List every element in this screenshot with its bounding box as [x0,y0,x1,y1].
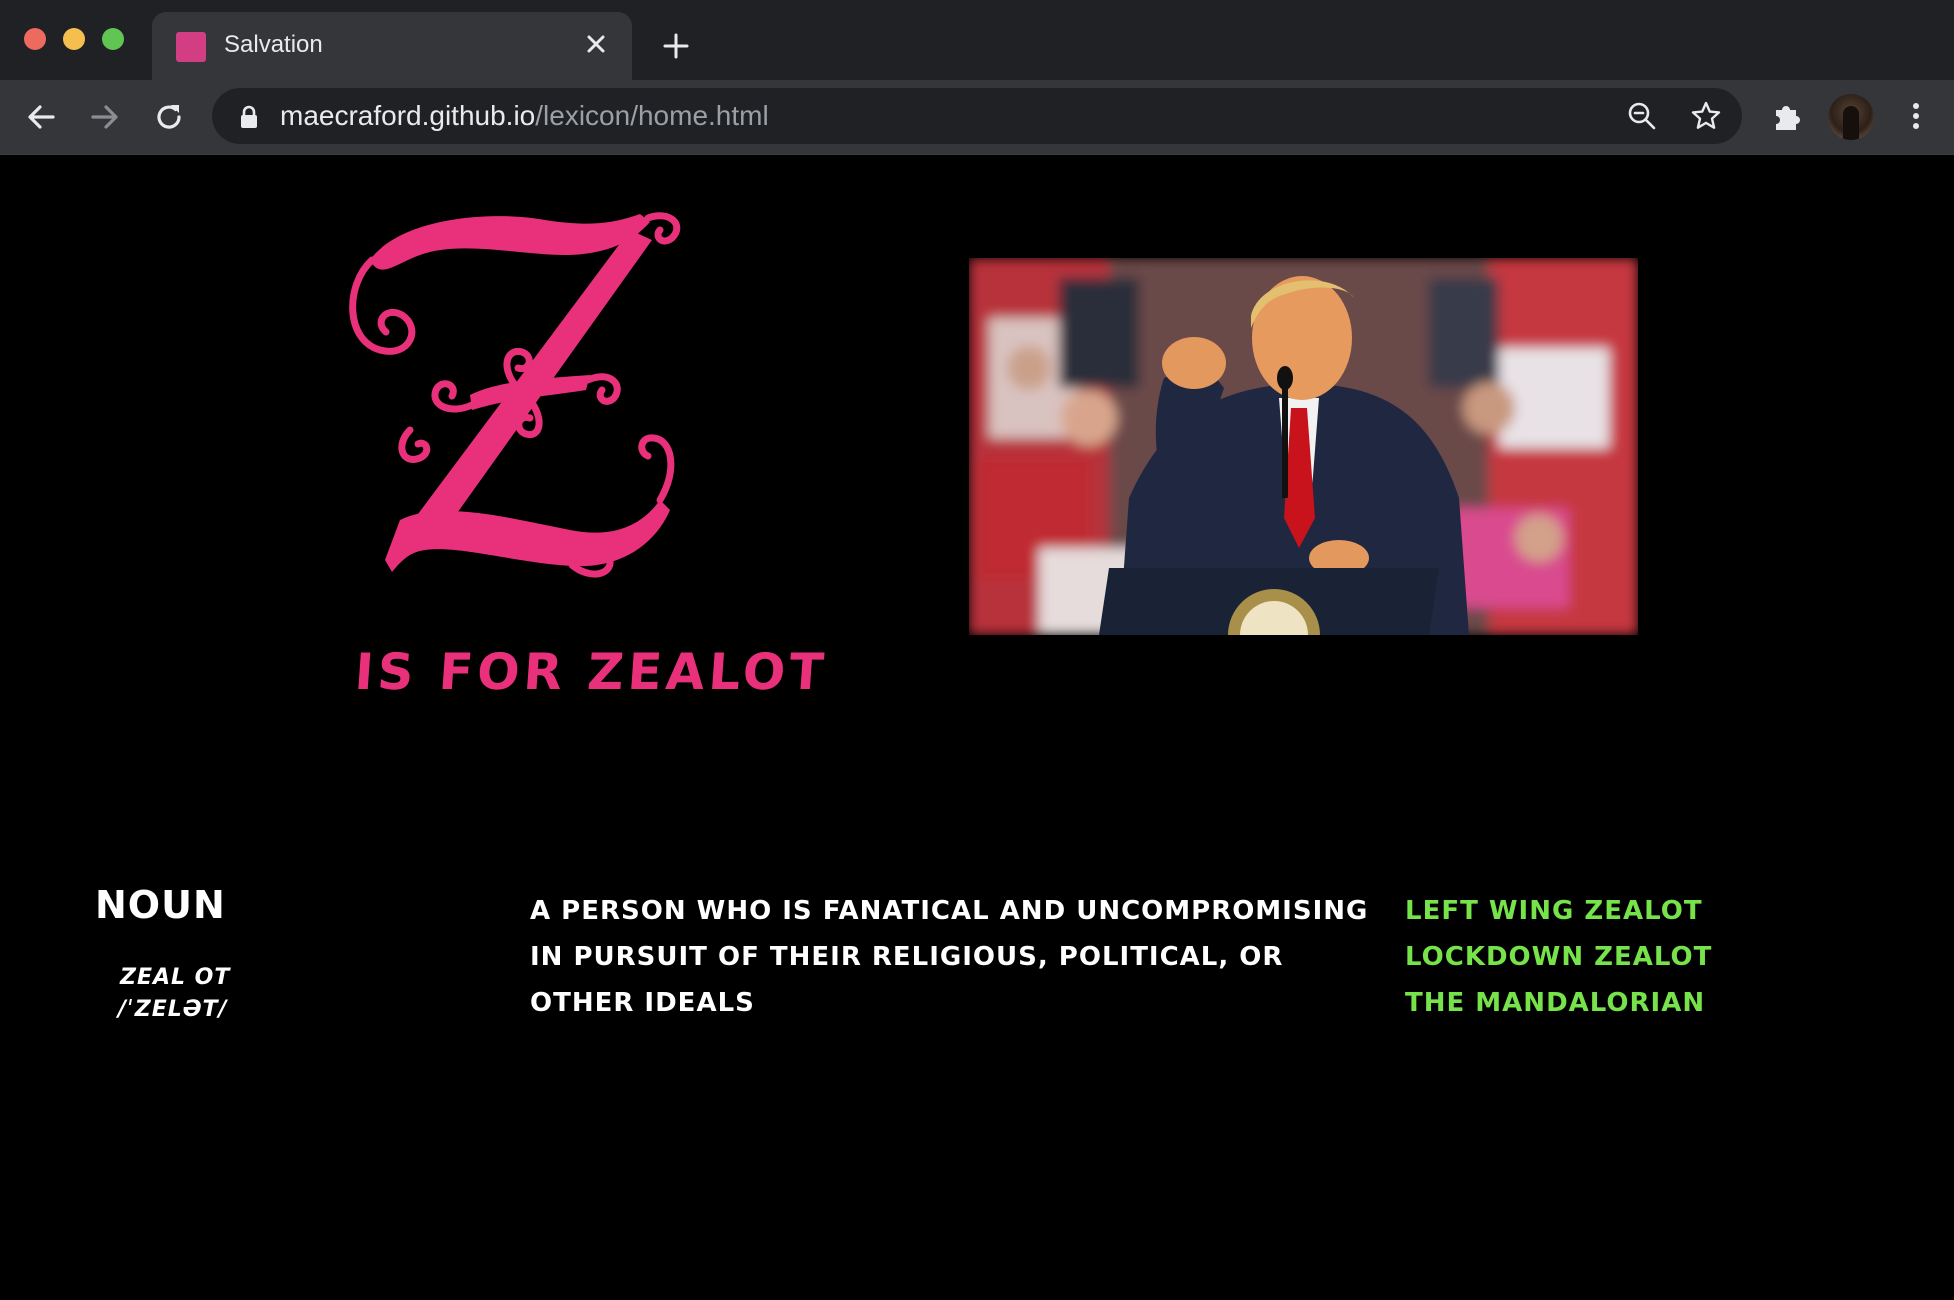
url-text[interactable]: maecraford.github.io/lexicon/home.html [280,100,769,132]
address-bar[interactable]: maecraford.github.io/lexicon/home.html [212,88,1742,144]
lock-icon[interactable] [238,104,260,130]
zoom-icon[interactable] [1624,98,1660,134]
extensions-icon[interactable] [1768,96,1808,136]
close-window-button[interactable] [24,28,46,50]
url-host: maecraford.github.io [280,100,536,131]
favicon-icon [176,32,206,62]
related-links: Left wing zealot Lockdown zealot The Man… [1405,888,1712,1026]
reload-icon[interactable] [148,96,190,138]
headline: is for zealot [352,643,830,701]
definition-text: A person who is fanatical and uncompromi… [530,896,1369,1018]
minimize-window-button[interactable] [63,28,85,50]
related-link-lockdown-zealot[interactable]: Lockdown zealot [1405,934,1712,980]
forward-icon[interactable] [84,96,126,138]
menu-icon[interactable] [1896,96,1936,136]
ornamental-z-letter [349,212,681,578]
new-tab-icon[interactable] [656,26,696,66]
pronunciation: /ˈzelət/ [118,997,228,1022]
part-of-speech: Noun [95,883,226,927]
profile-avatar[interactable] [1828,94,1874,140]
browser-toolbar: maecraford.github.io/lexicon/home.html [0,80,1954,155]
back-icon[interactable] [20,96,62,138]
related-link-the-mandalorian[interactable]: The Mandalorian [1405,980,1712,1026]
tab-salvation[interactable]: Salvation [152,12,632,80]
star-icon[interactable] [1688,98,1724,134]
rally-speaker-photo [969,258,1638,635]
url-path: /lexicon/home.html [535,100,769,131]
tab-strip: Salvation [0,0,1954,80]
page-content: is for zealot [0,155,1954,1300]
tab-title: Salvation [224,31,323,58]
syllables: zeal ot [120,965,231,990]
zoom-window-button[interactable] [102,28,124,50]
close-tab-icon[interactable] [578,26,614,62]
related-link-left-wing-zealot[interactable]: Left wing zealot [1405,888,1712,934]
